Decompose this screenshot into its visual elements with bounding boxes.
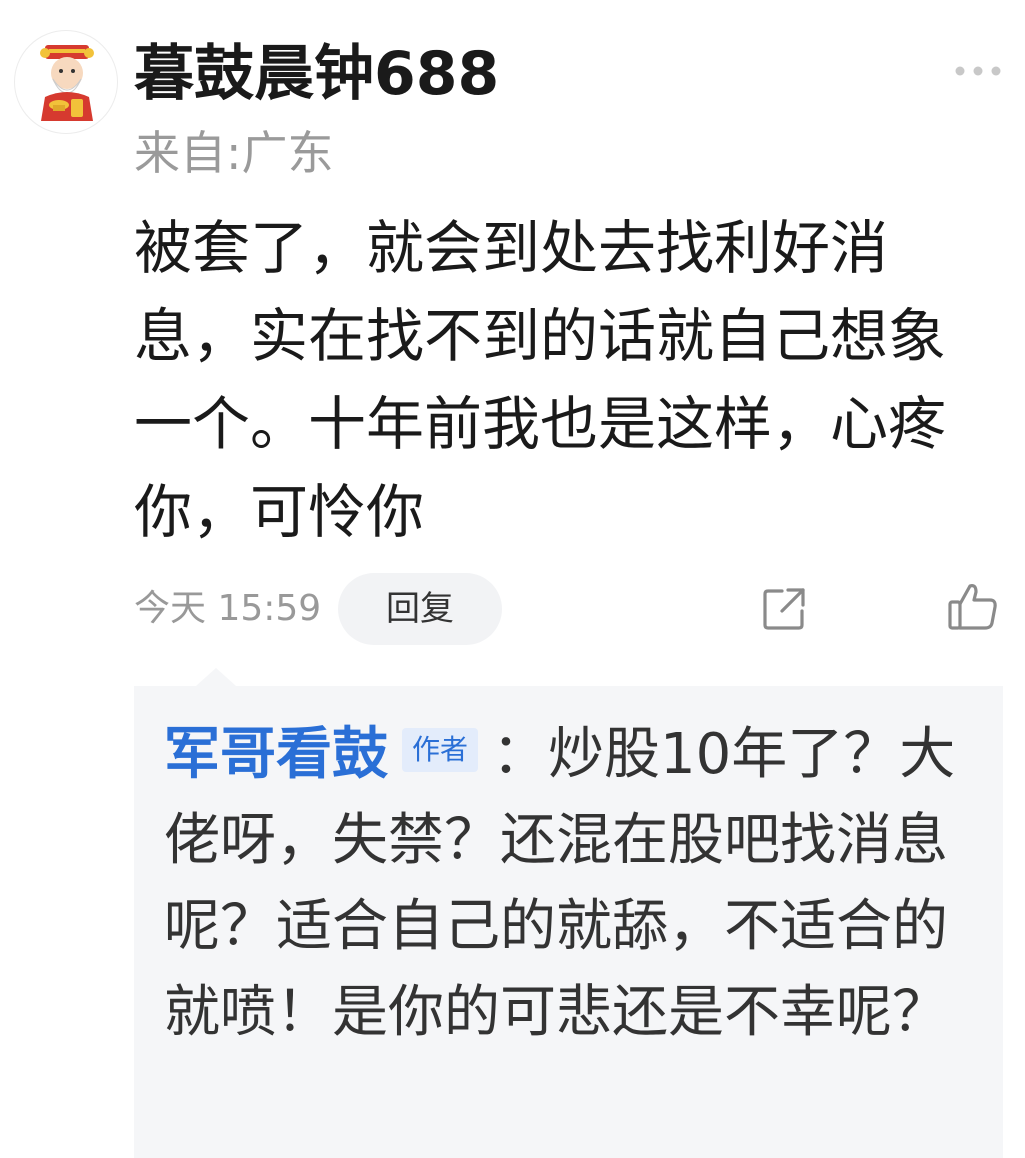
sub-reply-pointer (196, 668, 236, 686)
reply-button[interactable]: 回复 (338, 573, 502, 645)
sub-reply-separator: ： (492, 722, 549, 787)
sub-reply-author[interactable]: 军哥看鼓 (164, 722, 388, 787)
comment-body: 被套了，就会到处去找利好消息，实在找不到的话就自己想象一个。十年前我也是这样，心… (134, 214, 947, 546)
comment-time: 今天 15:59 (134, 588, 322, 629)
god-of-wealth-icon (40, 45, 94, 121)
comment-page: 暮鼓晨钟688 来自:广东 被套了，就会到处去找利好消息，实在找不到的话就自己想… (0, 0, 1025, 1158)
sub-reply: 军哥看鼓 作者 ：炒股10年了？大佬呀，失禁？还混在股吧找消息呢？适合自己的就舔，不… (164, 712, 984, 1056)
more-dots-icon[interactable] (952, 60, 1004, 82)
thumbs-up-icon[interactable] (946, 580, 1000, 634)
avatar[interactable] (14, 30, 118, 134)
share-icon[interactable] (760, 585, 808, 633)
username[interactable]: 暮鼓晨钟688 (134, 36, 499, 112)
location-label: 来自:广东 (134, 126, 334, 180)
author-badge: 作者 (402, 728, 479, 772)
